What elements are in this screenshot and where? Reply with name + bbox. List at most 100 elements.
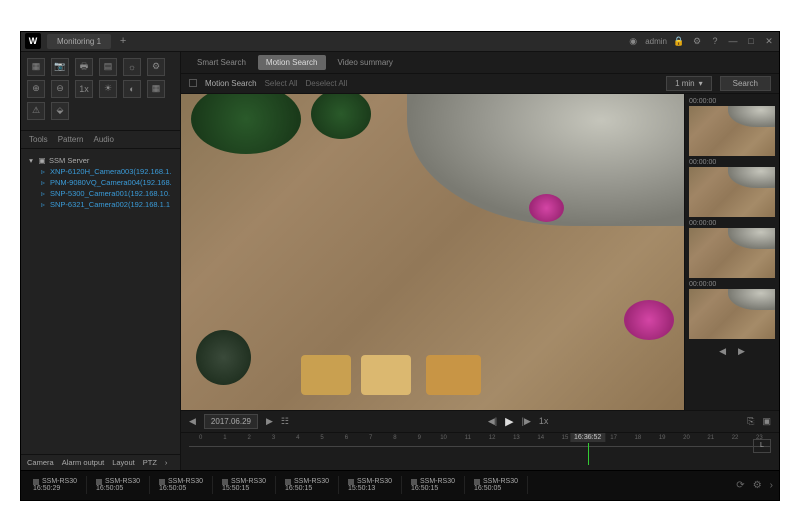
strip-settings-icon[interactable]: ⚙ — [753, 480, 762, 491]
tool-light-icon[interactable]: ☼ — [123, 58, 141, 76]
video-area: 00:00:00 00:00:00 00:00:00 00:00:00 ◀ ▶ — [181, 94, 779, 410]
calendar-icon[interactable]: ☷ — [281, 416, 289, 427]
export-icon[interactable]: ⎘ — [747, 416, 754, 427]
thumbnail-item[interactable]: 00:00:00 — [689, 159, 775, 217]
thumbnail-item[interactable]: 00:00:00 — [689, 98, 775, 156]
device-tree: ▾ ▣ SSM Server ▹XNP-6120H_Camera003(192.… — [21, 149, 180, 216]
date-next-icon[interactable]: ▶ — [266, 416, 273, 427]
strip-item[interactable]: SSM-RS3016:50:05 — [153, 476, 213, 494]
titlebar: W Monitoring 1 + ◉ admin 🔒 ⚙ ? — □ ✕ — [21, 32, 779, 52]
bottom-tab-layout[interactable]: Layout — [112, 458, 135, 467]
tab-smart-search[interactable]: Smart Search — [189, 55, 254, 70]
tool-alert-icon[interactable]: ⚠ — [27, 102, 45, 120]
help-icon[interactable]: ? — [709, 35, 721, 47]
timeline-playhead[interactable] — [588, 443, 589, 465]
tree-item-label: SNP-6321_Camera002(192.168.1.1 — [50, 200, 170, 209]
tree-item[interactable]: ▹PNM-9080VQ_Camera004(192.168. — [27, 177, 174, 188]
subtab-tools[interactable]: Tools — [29, 135, 48, 144]
tool-brightness-icon[interactable]: ☀ — [99, 80, 117, 98]
strip-item[interactable]: SSM-RS3016:50:29 — [27, 476, 87, 494]
bottom-tab-ptz[interactable]: PTZ — [143, 458, 157, 467]
timeline-tick: 17 — [610, 435, 617, 441]
timeline-tick: 18 — [635, 435, 642, 441]
maximize-icon[interactable]: □ — [745, 35, 757, 47]
tool-1x-icon[interactable]: 1x — [75, 80, 93, 98]
tool-beacon-icon[interactable]: ⬙ — [51, 102, 69, 120]
subtab-audio[interactable]: Audio — [93, 135, 113, 144]
center-panel: Smart Search Motion Search Video summary… — [181, 52, 779, 470]
tab-video-summary[interactable]: Video summary — [330, 55, 401, 70]
thumb-time: 00:00:00 — [689, 159, 775, 166]
thumb-nav: ◀ ▶ — [689, 346, 775, 357]
timeline-tick: 22 — [732, 435, 739, 441]
subtab-pattern[interactable]: Pattern — [58, 135, 84, 144]
deselect-all[interactable]: Deselect All — [306, 79, 348, 88]
thumbnail-panel: 00:00:00 00:00:00 00:00:00 00:00:00 ◀ ▶ — [684, 94, 779, 410]
timeline[interactable]: 16:36:52 0123456789101112131415161718192… — [181, 432, 779, 470]
bottom-tab-camera[interactable]: Camera — [27, 458, 54, 467]
frame-icon[interactable]: ▣ — [763, 416, 772, 427]
strip-item[interactable]: SSM-RS3015:50:15 — [216, 476, 276, 494]
search-button[interactable]: Search — [720, 76, 771, 91]
thumb-time: 00:00:00 — [689, 281, 775, 288]
tool-camera-icon[interactable]: 📷 — [51, 58, 69, 76]
main-video-view[interactable] — [181, 94, 684, 410]
tool-tiles-icon[interactable]: ▦ — [147, 80, 165, 98]
play-icon[interactable]: ▶ — [505, 415, 513, 428]
titlebar-right: ◉ admin 🔒 ⚙ ? — □ ✕ — [627, 35, 775, 47]
strip-refresh-icon[interactable]: ⟳ — [736, 480, 744, 491]
strip-item[interactable]: SSM-RS3016:50:15 — [279, 476, 339, 494]
date-display[interactable]: 2017.06.29 — [204, 414, 258, 429]
thumbnail-item[interactable]: 00:00:00 — [689, 220, 775, 278]
tool-zoom-in-icon[interactable]: ⊕ — [27, 80, 45, 98]
timeline-tick: 14 — [537, 435, 544, 441]
tool-grid-icon[interactable]: ▤ — [99, 58, 117, 76]
strip-chevron-icon[interactable]: › — [770, 480, 773, 491]
camera-icon: ▹ — [39, 167, 47, 176]
tool-contrast-icon[interactable]: ◐ — [123, 80, 141, 98]
tree-item[interactable]: ▹SNP-6321_Camera002(192.168.1.1 — [27, 199, 174, 210]
timeline-tick: 8 — [393, 435, 396, 441]
strip-name: SSM-RS30 — [357, 478, 392, 485]
lock-icon[interactable]: 🔒 — [673, 35, 685, 47]
select-all[interactable]: Select All — [265, 79, 298, 88]
strip-item[interactable]: SSM-RS3016:50:05 — [90, 476, 150, 494]
tree-item[interactable]: ▹SNP-5300_Camera001(192.168.10. — [27, 188, 174, 199]
user-icon: ◉ — [627, 35, 639, 47]
chevron-right-icon[interactable]: › — [165, 458, 168, 467]
date-prev-icon[interactable]: ◀ — [189, 416, 196, 427]
strip-item[interactable]: SSM-RS3015:50:13 — [342, 476, 402, 494]
tool-config-icon[interactable]: ⚙ — [147, 58, 165, 76]
tool-layers-icon[interactable]: ▦ — [27, 58, 45, 76]
thumb-prev-icon[interactable]: ◀ — [719, 346, 726, 357]
thumbnail-item[interactable]: 00:00:00 — [689, 281, 775, 339]
timeline-tick: 15 — [562, 435, 569, 441]
minimize-icon[interactable]: — — [727, 35, 739, 47]
interval-select[interactable]: 1 min▾ — [666, 76, 712, 91]
tree-item[interactable]: ▹XNP-6120H_Camera003(192.168.1. — [27, 166, 174, 177]
interval-value: 1 min — [675, 79, 695, 88]
timeline-mode-button[interactable]: L — [753, 439, 771, 453]
workspace-tab[interactable]: Monitoring 1 — [47, 34, 111, 49]
thumb-next-icon[interactable]: ▶ — [738, 346, 745, 357]
search-checkbox[interactable] — [189, 79, 197, 87]
strip-time: 16:50:05 — [159, 485, 206, 492]
skip-back-icon[interactable]: ◀| — [488, 416, 497, 427]
tree-item-label: SNP-5300_Camera001(192.168.10. — [50, 189, 170, 198]
speed-label[interactable]: 1x — [539, 416, 549, 426]
settings-icon[interactable]: ⚙ — [691, 35, 703, 47]
tool-zoom-out-icon[interactable]: ⊖ — [51, 80, 69, 98]
strip-item[interactable]: SSM-RS3016:50:05 — [468, 476, 528, 494]
tab-motion-search[interactable]: Motion Search — [258, 55, 326, 70]
tree-root[interactable]: ▾ ▣ SSM Server — [27, 155, 174, 166]
timeline-tick: 5 — [320, 435, 323, 441]
skip-fwd-icon[interactable]: |▶ — [522, 416, 531, 427]
bottom-tab-alarm[interactable]: Alarm output — [62, 458, 105, 467]
strip-name: SSM-RS30 — [294, 478, 329, 485]
add-tab-button[interactable]: + — [115, 33, 131, 49]
left-subtabs: Tools Pattern Audio — [21, 131, 180, 149]
strip-item[interactable]: SSM-RS3016:50:15 — [405, 476, 465, 494]
close-icon[interactable]: ✕ — [763, 35, 775, 47]
strip-time: 16:50:05 — [96, 485, 143, 492]
tool-print-icon[interactable]: 🖶 — [75, 58, 93, 76]
